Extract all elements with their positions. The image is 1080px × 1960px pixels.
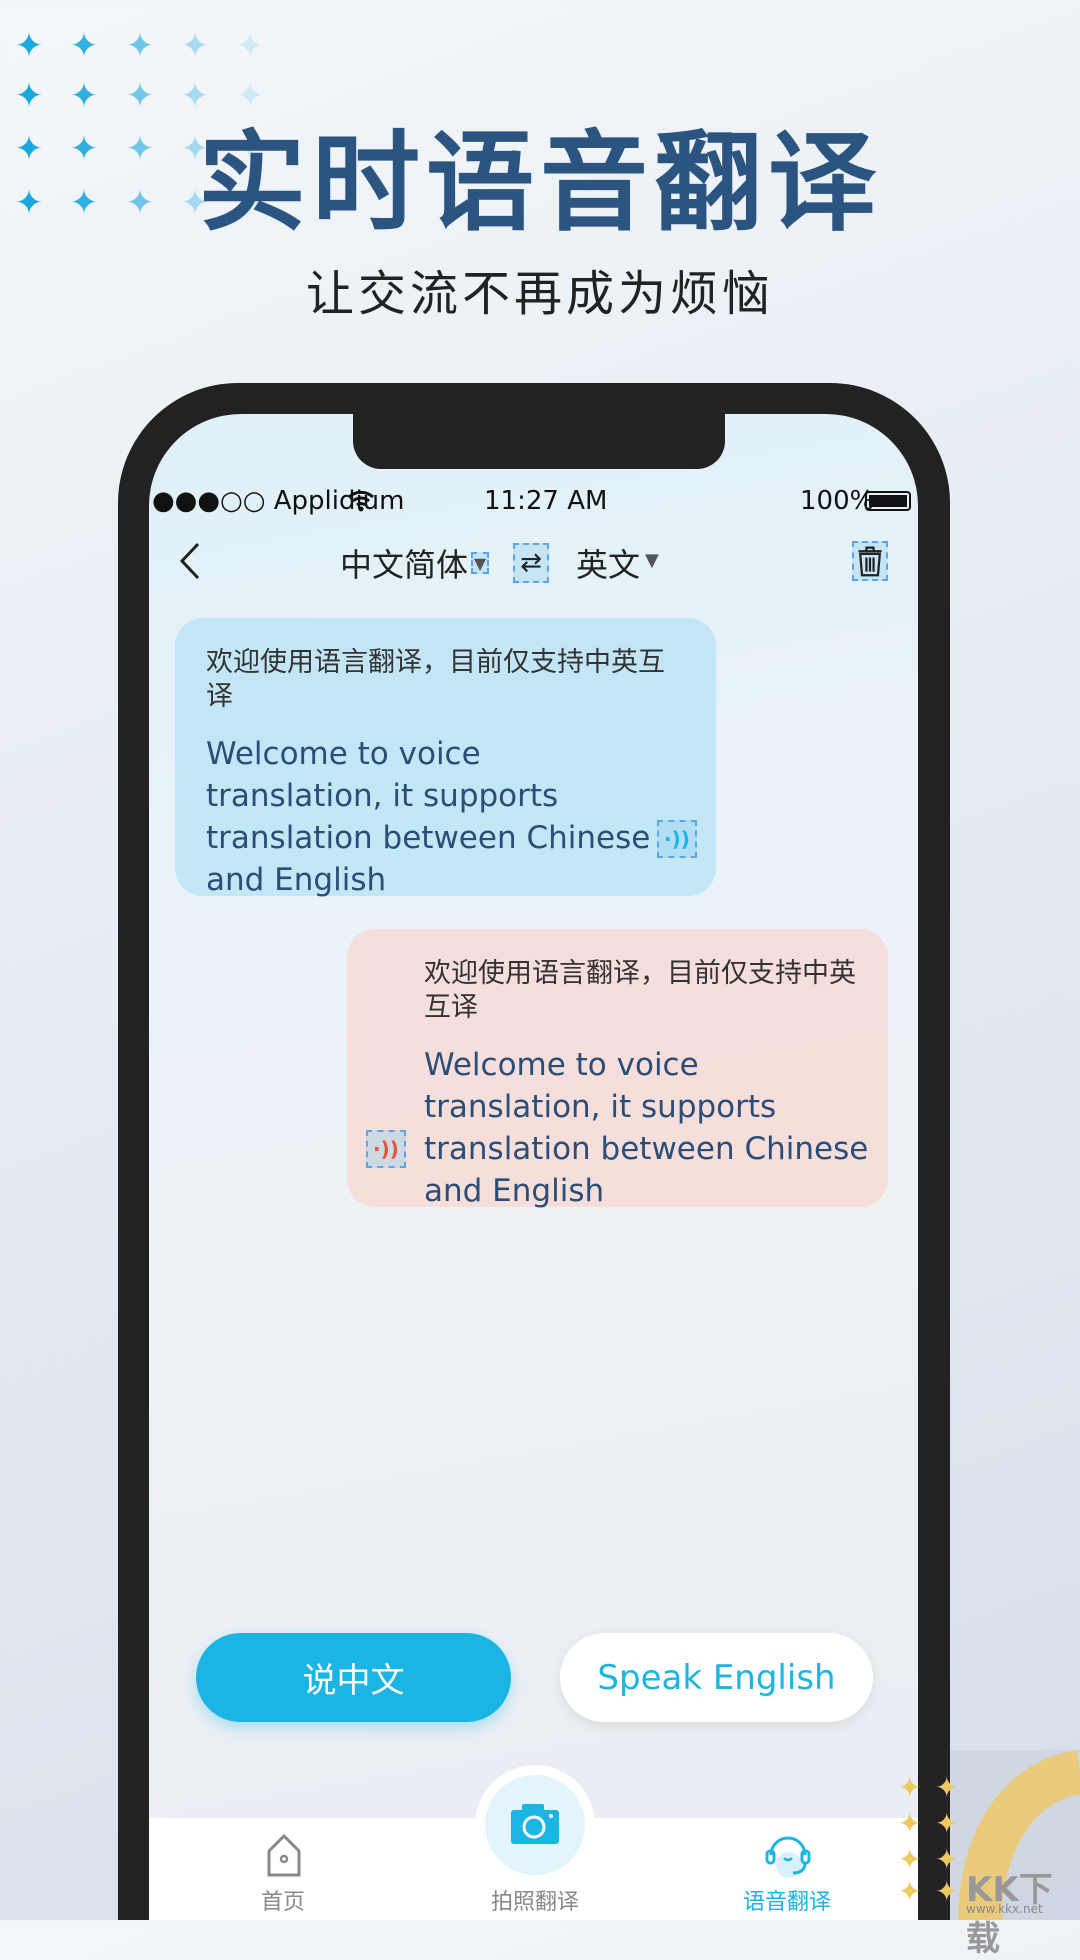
speak-chinese-button[interactable]: 说中文: [196, 1633, 511, 1722]
tab-home[interactable]: 首页: [261, 1884, 305, 1916]
message-en: Welcome to voice translation, it support…: [424, 1047, 869, 1209]
battery-icon: [865, 491, 911, 511]
clock: 11:27 AM: [484, 486, 608, 516]
star-icon: ✦: [898, 1807, 922, 1840]
message-en: Welcome to voice translation, it support…: [206, 736, 651, 898]
star-icon: ✦: [14, 26, 44, 66]
target-language-select[interactable]: 英文: [576, 540, 640, 586]
battery-percent: 100%: [800, 486, 875, 516]
star-icon: ✦: [180, 26, 210, 66]
star-icon: ✦: [125, 26, 155, 66]
tab-photo-translate[interactable]: 拍照翻译: [491, 1884, 579, 1916]
swap-languages-icon[interactable]: ⇄: [513, 543, 549, 583]
star-icon: ✦: [935, 1843, 959, 1876]
speaker-icon[interactable]: ·)): [657, 820, 697, 858]
headline: 实时语音翻译: [197, 121, 882, 246]
camera-icon: [511, 1804, 559, 1844]
star-icon: ✦: [898, 1875, 922, 1908]
star-icon: ✦: [935, 1875, 959, 1908]
wifi-icon: [348, 490, 374, 512]
tab-voice-translate[interactable]: 语音翻译: [743, 1884, 831, 1916]
message-zh: 欢迎使用语言翻译，目前仅支持中英互译: [206, 647, 665, 712]
speaker-icon[interactable]: ·)): [366, 1130, 406, 1168]
message-zh: 欢迎使用语言翻译，目前仅支持中英互译: [424, 958, 856, 1023]
star-icon: ✦: [935, 1807, 959, 1840]
star-icon: ✦: [235, 26, 265, 66]
star-icon: ✦: [898, 1843, 922, 1876]
source-language-select[interactable]: 中文简体: [340, 540, 468, 586]
speak-english-button[interactable]: Speak English: [560, 1633, 873, 1722]
target-dropdown-icon[interactable]: ▼: [645, 550, 659, 571]
headset-icon[interactable]: [765, 1831, 811, 1881]
subheadline: 让交流不再成为烦恼: [305, 266, 774, 322]
source-dropdown-icon[interactable]: ▼: [471, 552, 489, 574]
phone-notch: [353, 405, 725, 469]
trash-icon[interactable]: [852, 541, 888, 581]
watermark-url: www.kkx.net: [966, 1902, 1043, 1916]
home-icon[interactable]: [265, 1833, 303, 1877]
back-icon[interactable]: [178, 541, 202, 581]
star-icon: ✦: [935, 1771, 959, 1804]
star-icon: ✦: [69, 26, 99, 66]
star-icon: ✦: [898, 1771, 922, 1804]
